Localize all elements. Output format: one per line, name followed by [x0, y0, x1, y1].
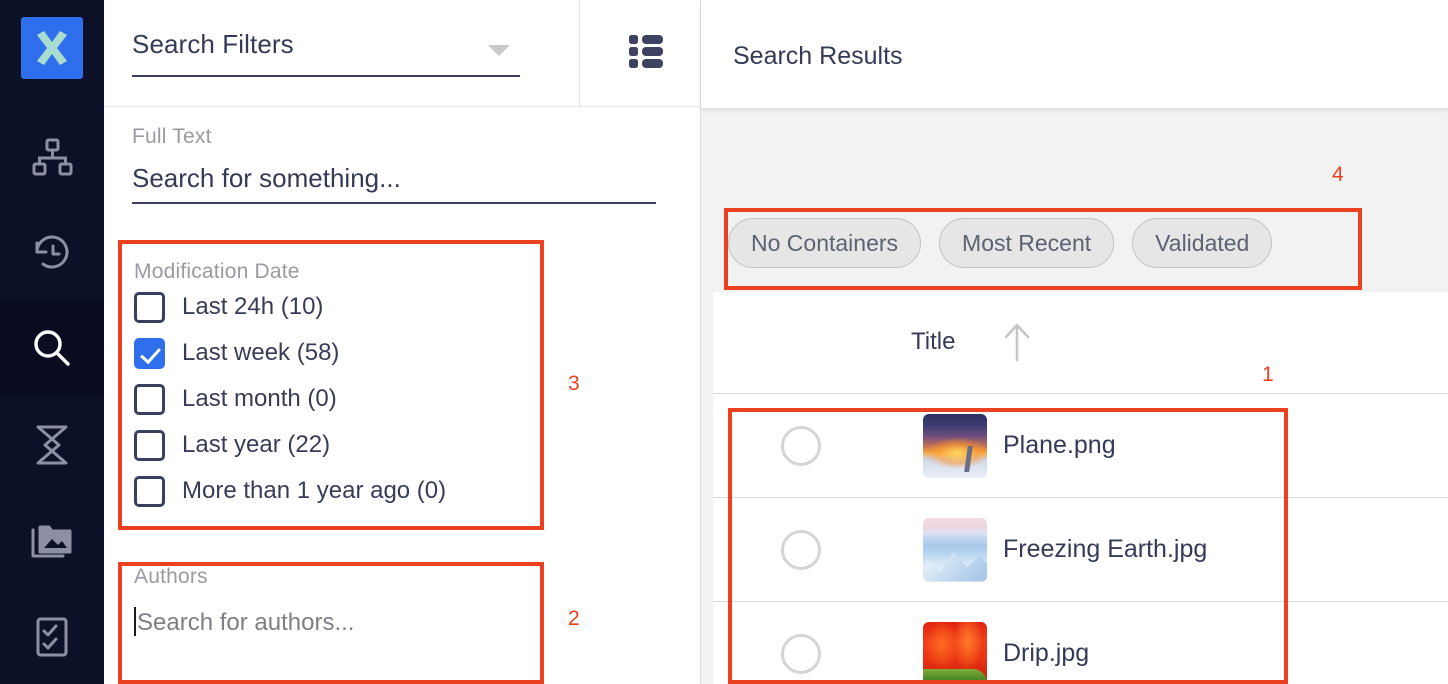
- modification-date-filter: Modification Date Last 24h (10) Last wee…: [112, 260, 532, 514]
- sidebar-item-hierarchy[interactable]: [0, 108, 104, 206]
- search-icon: [29, 326, 75, 372]
- row-title: Drip.jpg: [1003, 639, 1090, 667]
- filter-option-label: Last week (58): [182, 339, 340, 366]
- chip-most-recent[interactable]: Most Recent: [939, 218, 1115, 268]
- filter-option-last-year[interactable]: Last year (22): [134, 422, 532, 468]
- history-icon: [29, 230, 75, 276]
- filter-option-label: Last 24h (10): [182, 293, 324, 320]
- filter-option-last-24h[interactable]: Last 24h (10): [134, 284, 532, 330]
- authors-placeholder: Search for authors...: [137, 609, 355, 636]
- row-thumbnail: [923, 621, 987, 684]
- authors-label: Authors: [134, 565, 208, 588]
- row-title: Plane.png: [1003, 431, 1116, 459]
- sidebar-item-search[interactable]: [0, 300, 104, 398]
- full-text-filter: Full Text Search for something...: [132, 125, 656, 204]
- filter-option-label: Last month (0): [182, 385, 337, 412]
- result-chips: No Containers Most Recent Validated: [728, 218, 1273, 268]
- chip-label: Most Recent: [962, 229, 1092, 256]
- filter-option-label: More than 1 year ago (0): [182, 477, 447, 504]
- filter-option-more-than-1-year[interactable]: More than 1 year ago (0): [134, 468, 532, 514]
- search-results-panel: Search Results No Containers Most Recent…: [700, 0, 1448, 684]
- sidebar-item-media[interactable]: [0, 492, 104, 590]
- checklist-icon: [32, 614, 72, 660]
- app-logo[interactable]: [21, 17, 83, 79]
- arrow-up-icon[interactable]: [998, 320, 1036, 369]
- search-filters-panel: Search Filters Full Text Search for some…: [104, 0, 700, 684]
- row-thumbnail: [923, 517, 987, 582]
- results-table: Title Plane.png Freezing Earth.jpg Drip.…: [713, 292, 1448, 684]
- chip-label: Validated: [1155, 229, 1250, 256]
- filters-header: Search Filters: [104, 0, 700, 107]
- table-row[interactable]: Plane.png: [713, 393, 1448, 497]
- search-filters-select-label: Search Filters: [132, 29, 294, 59]
- image-folder-icon: [29, 520, 75, 562]
- chip-validated[interactable]: Validated: [1132, 218, 1273, 268]
- checkbox-unchecked-icon[interactable]: [134, 291, 165, 323]
- row-select-radio[interactable]: [781, 425, 821, 466]
- row-select-radio[interactable]: [781, 633, 821, 674]
- row-title: Freezing Earth.jpg: [1003, 535, 1208, 563]
- x-logo-icon: [31, 27, 73, 69]
- chip-label: No Containers: [751, 229, 899, 256]
- table-row[interactable]: Freezing Earth.jpg: [713, 497, 1448, 601]
- table-row[interactable]: Drip.jpg: [713, 601, 1448, 684]
- row-thumbnail: [923, 413, 987, 478]
- icon-rail: [0, 0, 104, 684]
- header-divider: [579, 0, 580, 107]
- full-text-input[interactable]: Search for something...: [132, 163, 656, 204]
- chip-no-containers[interactable]: No Containers: [728, 218, 922, 268]
- checkbox-unchecked-icon[interactable]: [134, 429, 165, 461]
- search-filters-select[interactable]: Search Filters: [132, 25, 520, 77]
- text-cursor: [134, 607, 136, 636]
- filter-option-label: Last year (22): [182, 431, 331, 458]
- chevron-down-icon: [488, 45, 510, 56]
- list-view-toggle-button[interactable]: [616, 28, 676, 80]
- sidebar-item-tasks[interactable]: [0, 588, 104, 684]
- search-application: Search Filters Full Text Search for some…: [0, 0, 1448, 684]
- checkbox-unchecked-icon[interactable]: [134, 475, 165, 507]
- sitemap-icon: [30, 135, 74, 179]
- checkbox-checked-icon[interactable]: [134, 337, 165, 369]
- sidebar-item-pending[interactable]: [0, 396, 104, 494]
- checkbox-unchecked-icon[interactable]: [134, 383, 165, 415]
- results-header: Search Results: [701, 0, 1448, 108]
- filter-option-last-week[interactable]: Last week (58): [134, 330, 532, 376]
- authors-filter: Authors Search for authors...: [112, 565, 532, 637]
- page-title: Search Results: [733, 42, 903, 70]
- filter-option-last-month[interactable]: Last month (0): [134, 376, 532, 422]
- sidebar-item-history[interactable]: [0, 204, 104, 302]
- results-body: No Containers Most Recent Validated Titl…: [713, 108, 1448, 684]
- full-text-label: Full Text: [132, 125, 212, 148]
- results-table-header: Title: [713, 292, 1448, 393]
- modification-date-label: Modification Date: [134, 260, 300, 283]
- column-header-title[interactable]: Title: [911, 328, 955, 356]
- authors-input[interactable]: Search for authors...: [134, 607, 532, 637]
- row-select-radio[interactable]: [781, 529, 821, 570]
- list-view-icon: [628, 32, 664, 77]
- hourglass-icon: [31, 422, 73, 468]
